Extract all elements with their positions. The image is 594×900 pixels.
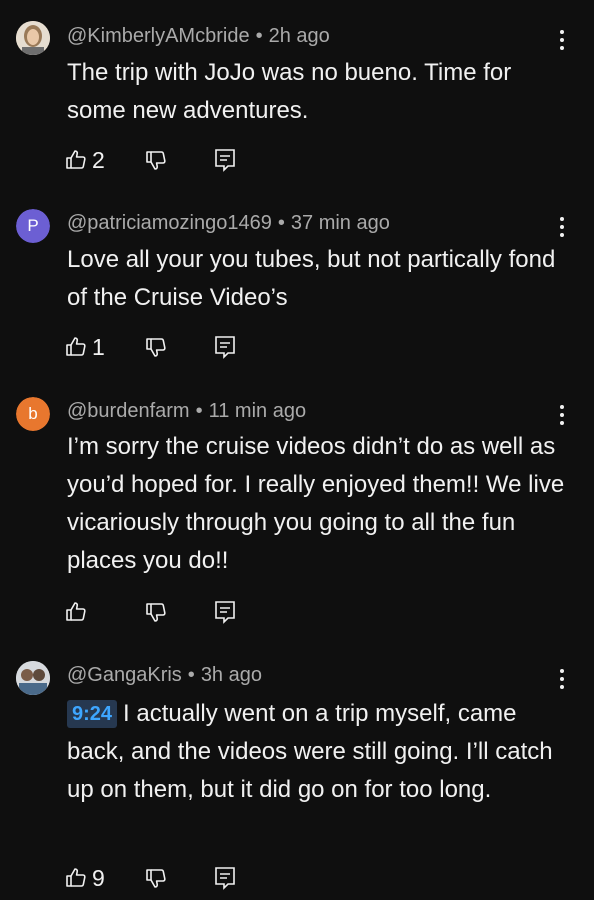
dislike-button[interactable] [144, 596, 168, 628]
dislike-button[interactable] [144, 144, 168, 176]
author-name[interactable]: @GangaKris [67, 664, 182, 686]
avatar-photo[interactable] [16, 661, 50, 695]
comment-meta: @GangaKris • 3h ago [67, 664, 262, 686]
comment-actions: 2 [64, 144, 264, 176]
like-button[interactable]: 2 [64, 144, 105, 176]
dislike-button[interactable] [144, 331, 168, 363]
comment-text: 9:24 I actually went on a trip myself, ca… [67, 695, 567, 809]
comment-meta: @KimberlyAMcbride • 2h ago [67, 25, 330, 47]
comment-age: 3h ago [200, 664, 262, 686]
avatar-initial: b [16, 397, 50, 431]
like-count: 1 [92, 333, 105, 360]
comment-body: I actually went on a trip myself, came b… [67, 700, 553, 803]
dislike-button[interactable] [144, 862, 168, 894]
comment-text: I’m sorry the cruise videos didn’t do as… [67, 433, 565, 574]
author-name[interactable]: @burdenfarm [67, 400, 190, 422]
reply-button[interactable] [214, 144, 236, 176]
like-button[interactable]: 9 [64, 862, 105, 894]
comment-meta: @burdenfarm • 11 min ago [67, 400, 307, 422]
avatar-image [16, 661, 50, 695]
thumbs-up-icon [66, 602, 86, 621]
avatar-photo[interactable] [16, 21, 50, 55]
comment-age: 37 min ago [290, 212, 390, 234]
author-name[interactable]: @KimberlyAMcbride [67, 25, 250, 47]
comment-text: Love all your you tubes, but not partica… [67, 246, 556, 311]
avatar-letter[interactable]: P [16, 209, 50, 243]
comment-age: 2h ago [268, 25, 330, 47]
avatar-image [16, 21, 50, 55]
thumbs-down-icon [146, 151, 166, 170]
more-vert-icon[interactable] [552, 28, 572, 52]
avatar-letter[interactable]: b [16, 397, 50, 431]
thumbs-up-icon [66, 868, 86, 887]
comment-actions [64, 596, 264, 628]
thumbs-up-icon [66, 150, 86, 169]
reply-icon [215, 601, 235, 624]
reply-button[interactable] [214, 596, 236, 628]
comment-text: The trip with JoJo was no bueno. Time fo… [67, 59, 512, 124]
avatar-initial: P [16, 209, 50, 243]
reply-button[interactable] [214, 331, 236, 363]
thumbs-up-icon [66, 337, 86, 356]
timestamp-link[interactable]: 9:24 [67, 700, 118, 728]
reply-icon [215, 867, 235, 890]
like-button[interactable] [64, 596, 92, 628]
reply-icon [215, 149, 235, 172]
author-name[interactable]: @patriciamozingo1469 [67, 212, 272, 234]
comment-meta: @patriciamozingo1469 • 37 min ago [67, 212, 390, 234]
thumbs-down-icon [146, 338, 166, 357]
more-vert-icon[interactable] [552, 403, 572, 427]
reply-icon [215, 336, 235, 359]
like-count: 9 [92, 864, 105, 891]
comment-actions: 1 [64, 331, 264, 363]
more-vert-icon[interactable] [552, 667, 572, 691]
thumbs-down-icon [146, 869, 166, 888]
comment-age: 11 min ago [208, 400, 307, 422]
thumbs-down-icon [146, 603, 166, 622]
like-count: 2 [92, 146, 105, 173]
comment-actions: 9 [64, 862, 264, 894]
reply-button[interactable] [214, 862, 236, 894]
more-vert-icon[interactable] [552, 215, 572, 239]
like-button[interactable]: 1 [64, 331, 105, 363]
